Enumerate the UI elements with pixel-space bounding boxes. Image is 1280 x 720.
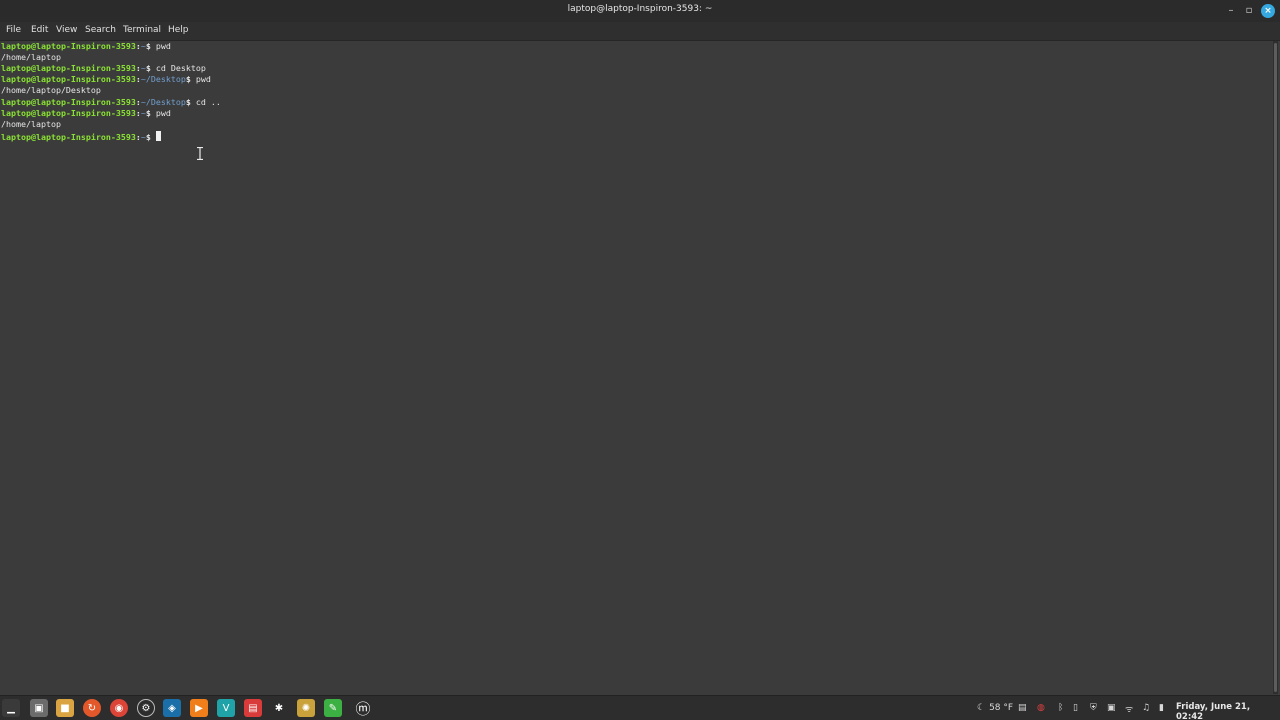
terminal-icon[interactable]: ▣ — [30, 699, 48, 717]
terminal-line: laptop@laptop-Inspiron-3593:~$ — [1, 131, 161, 142]
tray-icon-3[interactable]: ᛒ — [1058, 701, 1063, 715]
menu-terminal[interactable]: Terminal — [123, 25, 161, 35]
terminal-scrollbar[interactable] — [1273, 41, 1278, 694]
scrollbar-thumb[interactable] — [1274, 43, 1277, 692]
steam-icon[interactable]: ◈ — [163, 699, 181, 717]
weather-temp: 58 °F — [989, 703, 1014, 713]
prompt-user: laptop@laptop-Inspiron-3593 — [1, 41, 136, 51]
command-text: cd Desktop — [155, 63, 206, 73]
prompt-user: laptop@laptop-Inspiron-3593 — [1, 63, 136, 73]
terminal-line: laptop@laptop-Inspiron-3593:~/Desktop$ p… — [1, 74, 211, 84]
moon-icon: ☾ — [977, 703, 986, 713]
prompt-user: laptop@laptop-Inspiron-3593 — [1, 108, 136, 118]
app-red-icon[interactable]: ▤ — [244, 699, 262, 717]
command-text: pwd — [155, 41, 171, 51]
text-cursor — [155, 131, 161, 141]
prompt-user: laptop@laptop-Inspiron-3593 — [1, 97, 136, 107]
menu-bar: File Edit View Search Terminal Help — [0, 22, 1280, 41]
show-desktop-icon[interactable]: ▁ — [2, 699, 20, 717]
prompt-path: ~/Desktop — [140, 97, 186, 107]
mint-menu-icon[interactable]: ⓜ — [354, 699, 372, 718]
terminal-line: laptop@laptop-Inspiron-3593:~$ cd Deskto… — [1, 63, 206, 73]
terminal-line: laptop@laptop-Inspiron-3593:~$ pwd — [1, 108, 171, 118]
files-icon[interactable]: ■ — [56, 699, 74, 717]
clipboard-icon: ▯ — [1073, 703, 1078, 713]
terminal-view[interactable]: laptop@laptop-Inspiron-3593:~$ pwd /home… — [0, 41, 1272, 695]
settings-icon[interactable]: ⚙ — [137, 699, 155, 717]
wifi-icon: ᯤ — [1125, 704, 1134, 715]
terminal-output: /home/laptop — [1, 119, 61, 129]
tray-icon-7[interactable]: ᯤ — [1125, 701, 1133, 715]
menu-search[interactable]: Search — [85, 25, 116, 35]
prompt-user: laptop@laptop-Inspiron-3593 — [1, 132, 136, 142]
terminal-output: /home/laptop/Desktop — [1, 85, 101, 95]
menu-file[interactable]: File — [6, 25, 21, 35]
app-gear-icon[interactable]: ✺ — [297, 699, 315, 717]
terminal-output: /home/laptop — [1, 52, 61, 62]
command-text: pwd — [195, 74, 211, 84]
maximize-button[interactable]: ▫ — [1242, 4, 1256, 18]
close-button[interactable]: × — [1261, 4, 1275, 18]
app-green-icon[interactable]: ✎ — [324, 699, 342, 717]
tray-icon-5[interactable]: ⛨ — [1090, 701, 1097, 715]
tray-icon-9[interactable]: ▮ — [1159, 701, 1164, 715]
mintupdate-icon[interactable]: ↻ — [83, 699, 101, 717]
menu-view[interactable]: View — [56, 25, 77, 35]
tray-icon-6[interactable]: ▣ — [1107, 701, 1116, 715]
weather-applet[interactable]: ☾ 58 °F — [977, 701, 1013, 715]
sound-icon: ♫ — [1142, 703, 1151, 713]
calendar-icon: ▤ — [1018, 703, 1027, 713]
tray-icon-1[interactable]: ▤ — [1018, 701, 1027, 715]
terminal-line: laptop@laptop-Inspiron-3593:~/Desktop$ c… — [1, 97, 221, 107]
app-v-icon[interactable]: V — [217, 699, 235, 717]
shield-icon: ⛨ — [1090, 703, 1097, 713]
window-title: laptop@laptop-Inspiron-3593: ~ — [567, 4, 713, 14]
clock[interactable]: Friday, June 21, 02:42 — [1176, 702, 1280, 720]
chrome-icon[interactable]: ◉ — [110, 699, 128, 717]
prompt-user: laptop@laptop-Inspiron-3593 — [1, 74, 136, 84]
ibeam-cursor-icon — [197, 147, 203, 160]
bluetooth-icon: ᛒ — [1058, 703, 1064, 713]
taskbar: ▁ ▣ ■ ↻ ◉ ⚙ ◈ ▶ V ▤ ✱ ✺ ✎ ⓜ ☾ 58 °F ▤ ◍ … — [0, 695, 1280, 720]
prompt-path: ~/Desktop — [140, 74, 186, 84]
tray-icon-4[interactable]: ▯ — [1073, 701, 1078, 715]
clapper-icon[interactable]: ✱ — [270, 699, 288, 717]
command-text: pwd — [155, 108, 171, 118]
terminal-line: laptop@laptop-Inspiron-3593:~$ pwd — [1, 41, 171, 51]
minimize-button[interactable]: – — [1224, 4, 1238, 18]
media-player-icon[interactable]: ▶ — [190, 699, 208, 717]
command-text: cd .. — [195, 97, 221, 107]
menu-help[interactable]: Help — [168, 25, 189, 35]
battery-icon: ▮ — [1159, 703, 1164, 713]
tray-icon-2[interactable]: ◍ — [1037, 701, 1045, 715]
menu-edit[interactable]: Edit — [31, 25, 48, 35]
tray-icon-8[interactable]: ♫ — [1142, 701, 1150, 715]
window-titlebar[interactable]: laptop@laptop-Inspiron-3593: ~ – ▫ × — [0, 0, 1280, 22]
update-manager-icon: ◍ — [1037, 703, 1045, 713]
display-icon: ▣ — [1107, 703, 1116, 713]
